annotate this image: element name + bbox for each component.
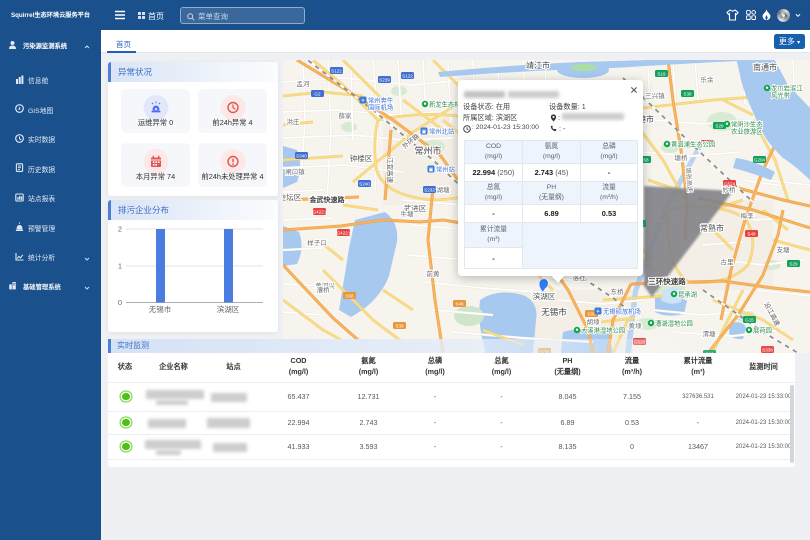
- svg-text:闸口镇: 闸口镇: [285, 167, 305, 176]
- svg-text:梅李: 梅李: [741, 211, 755, 220]
- svg-text:牛塘: 牛塘: [401, 209, 415, 218]
- svg-text:漕湖湿地公园: 漕湖湿地公园: [655, 319, 693, 328]
- svg-text:样子口: 样子口: [307, 238, 327, 247]
- svg-text:常熟市: 常熟市: [700, 223, 724, 233]
- svg-text:S240: S240: [359, 181, 370, 186]
- svg-text:S232: S232: [424, 187, 435, 192]
- svg-text:江宜高速: 江宜高速: [386, 157, 395, 184]
- svg-text:G2: G2: [314, 91, 321, 96]
- svg-text:薛家: 薛家: [339, 111, 353, 120]
- svg-text:胡埭: 胡埭: [587, 317, 601, 326]
- svg-text:洪庄: 洪庄: [287, 117, 301, 126]
- svg-text:滨湖区: 滨湖区: [533, 291, 556, 301]
- svg-text:▣: ▣: [429, 167, 434, 173]
- svg-text:龙爪岩滨江: 龙爪岩滨江: [771, 84, 803, 93]
- svg-text:S39: S39: [395, 323, 404, 328]
- svg-text:黄泗浦生态公园: 黄泗浦生态公园: [671, 140, 715, 149]
- svg-text:0: 0: [118, 298, 122, 307]
- svg-text:G4221: G4221: [337, 230, 351, 235]
- svg-text:新龙生态林: 新龙生态林: [429, 100, 461, 109]
- svg-text:南通市: 南通市: [753, 62, 777, 72]
- svg-text:S239: S239: [379, 77, 390, 82]
- svg-text:金武快速路: 金武快速路: [309, 195, 346, 204]
- svg-text:无锡市: 无锡市: [149, 304, 172, 314]
- svg-text:S48: S48: [747, 231, 756, 236]
- svg-text:2: 2: [118, 225, 122, 234]
- svg-text:农业旅游区: 农业旅游区: [731, 127, 762, 136]
- svg-text:大溪港湿地公园: 大溪港湿地公园: [581, 326, 625, 335]
- svg-text:G524: G524: [724, 181, 736, 186]
- svg-text:靖江市: 靖江市: [526, 60, 550, 70]
- svg-text:东桥: 东桥: [611, 287, 625, 296]
- svg-text:常阴沙生态: 常阴沙生态: [731, 120, 763, 129]
- svg-text:三兴镇: 三兴镇: [645, 91, 665, 100]
- svg-text:S48: S48: [455, 301, 464, 306]
- svg-text:1: 1: [118, 262, 122, 271]
- svg-text:钟楼区: 钟楼区: [350, 153, 373, 163]
- svg-text:乐余: 乐余: [701, 75, 715, 84]
- svg-text:▣: ▣: [422, 129, 427, 135]
- svg-text:✈: ✈: [361, 98, 365, 104]
- svg-text:S340: S340: [296, 153, 307, 158]
- svg-text:妙桥: 妙桥: [723, 185, 737, 194]
- svg-text:常州市: 常州市: [414, 145, 441, 156]
- svg-text:常州站: 常州站: [436, 165, 456, 174]
- svg-text:渭塘: 渭塘: [703, 329, 717, 338]
- svg-text:无锡市: 无锡市: [541, 307, 567, 317]
- svg-text:塘桥: 塘桥: [675, 153, 689, 162]
- svg-text:G4221: G4221: [313, 209, 327, 214]
- svg-text:国际机场: 国际机场: [368, 103, 393, 112]
- svg-text:S58: S58: [345, 293, 354, 298]
- svg-text:S19: S19: [657, 71, 666, 76]
- svg-text:古里: 古里: [721, 257, 735, 266]
- svg-text:三环快速路: 三环快速路: [648, 276, 686, 286]
- svg-text:S38: S38: [683, 91, 692, 96]
- svg-text:S29: S29: [789, 261, 798, 266]
- svg-text:滨湖区: 滨湖区: [217, 304, 240, 314]
- svg-text:✈: ✈: [596, 309, 600, 315]
- svg-text:S122: S122: [331, 68, 342, 73]
- svg-text:G204: G204: [754, 157, 766, 162]
- svg-text:孟河: 孟河: [297, 79, 311, 88]
- svg-text:昆承湖: 昆承湖: [678, 290, 697, 299]
- svg-text:黄埭: 黄埭: [629, 321, 643, 330]
- svg-text:湖塘: 湖塘: [437, 185, 451, 194]
- svg-text:风光带: 风光带: [771, 91, 790, 100]
- svg-text:漕桥: 漕桥: [317, 285, 331, 294]
- svg-text:常州奔牛: 常州奔牛: [368, 96, 393, 105]
- svg-text:S29: S29: [715, 123, 724, 128]
- svg-text:无锡硕放机场: 无锡硕放机场: [603, 307, 641, 316]
- svg-text:展荷园: 展荷园: [753, 326, 772, 335]
- svg-text:前黄: 前黄: [427, 269, 441, 278]
- svg-text:常州北站: 常州北站: [429, 127, 455, 136]
- svg-text:支塘: 支塘: [777, 245, 791, 254]
- svg-text:S122: S122: [402, 73, 413, 78]
- svg-text:金坛区: 金坛区: [283, 192, 302, 202]
- svg-text:G15: G15: [745, 317, 754, 322]
